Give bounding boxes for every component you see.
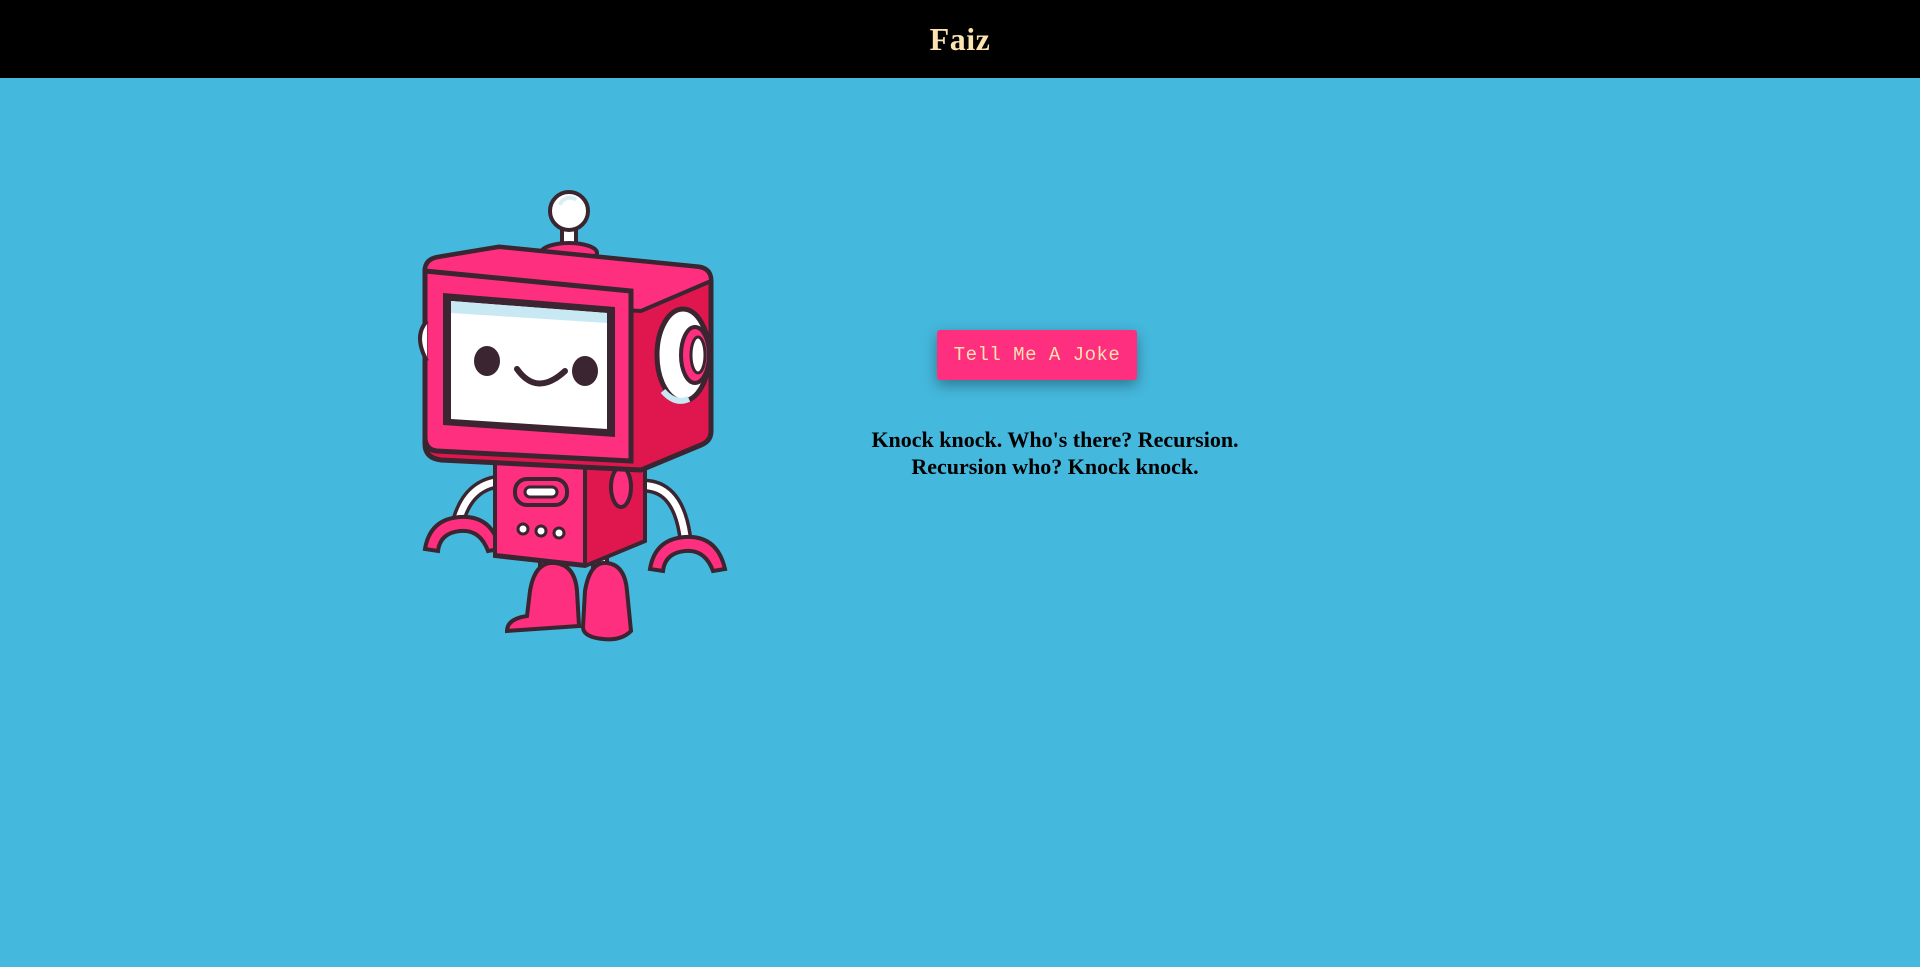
robot-left-eye bbox=[474, 346, 500, 376]
joke-text: Knock knock. Who's there? Recursion. Rec… bbox=[871, 427, 1239, 479]
tell-joke-button[interactable]: Tell Me A Joke bbox=[937, 330, 1137, 380]
header-bar: Faiz bbox=[0, 0, 1920, 78]
main-content: Tell Me A Joke Knock knock. Who's there?… bbox=[0, 78, 1920, 967]
robot-left-hand bbox=[422, 514, 503, 554]
robot-icon bbox=[418, 190, 728, 642]
robot-right-foot bbox=[580, 560, 634, 642]
robot-right-hand bbox=[647, 534, 728, 574]
site-title: Faiz bbox=[929, 20, 991, 57]
robot-right-eye bbox=[572, 356, 598, 386]
robot-left-foot bbox=[504, 560, 582, 634]
